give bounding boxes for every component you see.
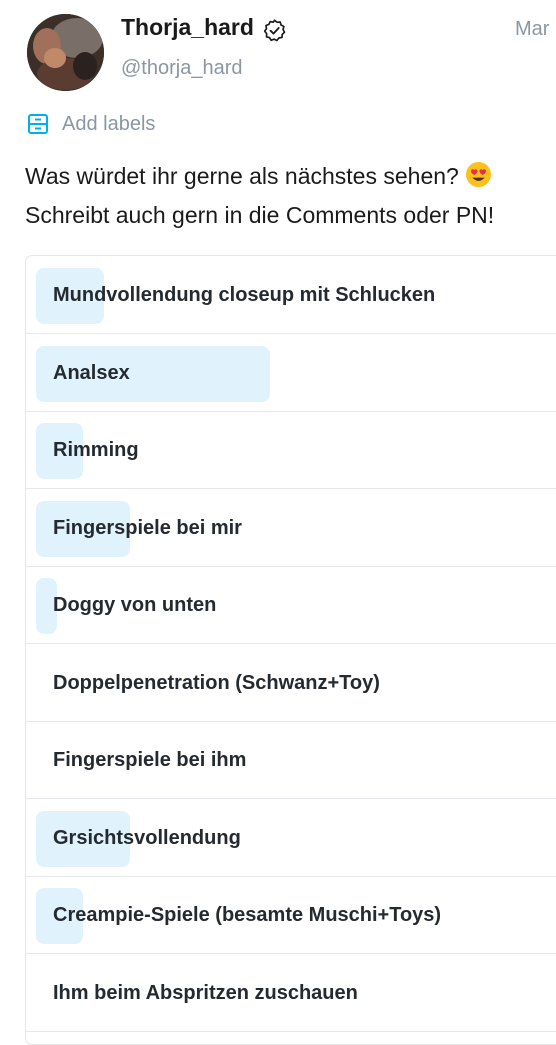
poll-option[interactable]: Creampie-Spiele (besamte Muschi+Toys) [26, 876, 556, 954]
labels-icon [28, 114, 48, 134]
poll-option[interactable]: Ihm beim Abspritzen zuschauen [26, 954, 556, 1032]
verified-icon [263, 19, 286, 42]
poll-option[interactable]: Doggy von unten [26, 566, 556, 644]
poll-option-label: Analsex [53, 361, 130, 384]
poll-option-label: Doppelpenetration (Schwanz+Toy) [53, 671, 380, 694]
poll-option-label: Fingerspiele bei ihm [53, 749, 247, 771]
author-name[interactable]: Thorja_hard [121, 14, 254, 41]
post-text-line: Was würdet ihr gerne als nächstes sehen? [25, 157, 556, 196]
post-date: Mar [515, 18, 550, 40]
post-text-line2: Schreibt auch gern in die Comments oder … [25, 202, 495, 228]
post-text-line1: Was würdet ihr gerne als nächstes sehen? [25, 163, 459, 189]
poll-option-label: Doggy von unten [53, 594, 217, 616]
add-labels-button[interactable]: Add labels [27, 111, 155, 137]
heart-eyes-emoji-icon [466, 161, 492, 188]
poll-option[interactable]: Mundvollendung closeup mit Schlucken [26, 256, 556, 334]
poll-option-label: Rimming [53, 439, 139, 461]
add-labels-label: Add labels [62, 112, 156, 135]
post-text: Was würdet ihr gerne als nächstes sehen?… [25, 157, 556, 235]
poll-option-label: Grsichtsvollendung [53, 826, 241, 849]
poll-option-label: Ihm beim Abspritzen zuschauen [53, 981, 358, 1004]
author-handle[interactable]: @thorja_hard [121, 57, 242, 80]
poll-option[interactable]: Analsex [26, 334, 556, 412]
avatar-photo [27, 14, 104, 91]
poll: Mundvollendung closeup mit Schlucken Anal… [25, 255, 556, 1045]
poll-option[interactable]: Doppelpenetration (Schwanz+Toy) [26, 644, 556, 722]
poll-option-label: Creampie-Spiele (besamte Muschi+Toys) [53, 904, 442, 926]
avatar[interactable] [27, 14, 104, 91]
poll-option[interactable]: Rimming [26, 411, 556, 489]
poll-option-label: Fingerspiele bei mir [53, 516, 242, 539]
poll-option[interactable]: Grsichtsvollendung [26, 799, 556, 877]
poll-option-label: Mundvollendung closeup mit Schlucken [53, 284, 436, 306]
poll-option[interactable]: Fingerspiele bei mir [26, 489, 556, 567]
poll-option[interactable]: Fingerspiele bei ihm [26, 721, 556, 799]
